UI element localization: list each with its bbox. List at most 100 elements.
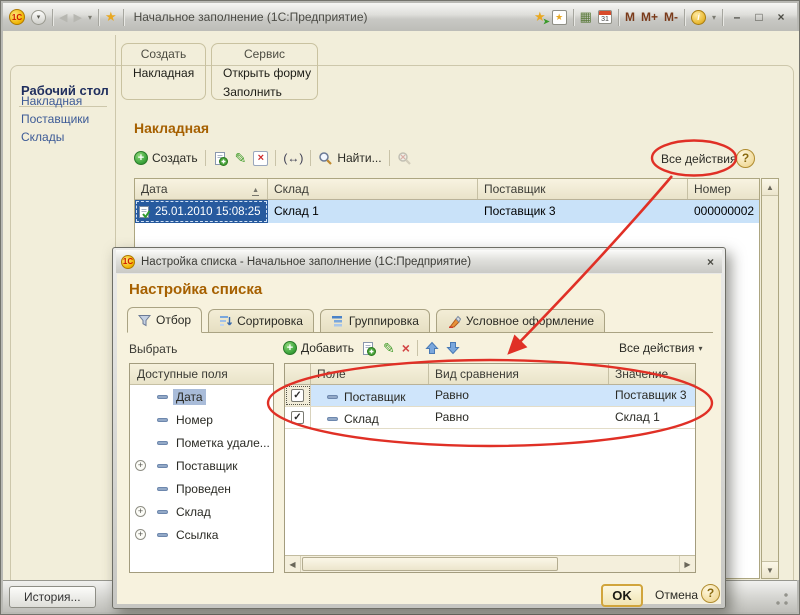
add-favorite-icon[interactable]: ★➤ bbox=[534, 9, 546, 25]
maximize-button[interactable]: □ bbox=[751, 10, 767, 24]
attribute-icon bbox=[157, 418, 168, 422]
sidebar-item-nakladnaya[interactable]: Накладная bbox=[21, 94, 82, 108]
cell-field[interactable]: Поставщик bbox=[311, 385, 429, 406]
command-create-nakladnaya[interactable]: Накладная bbox=[122, 66, 205, 80]
expand-icon[interactable]: + bbox=[135, 529, 146, 540]
memory-m-button[interactable]: M bbox=[625, 10, 635, 24]
sidebar-item-postavshchiki[interactable]: Поставщики bbox=[21, 112, 89, 126]
edit-icon[interactable]: ✎ bbox=[235, 150, 247, 167]
sort-icon bbox=[219, 315, 232, 328]
column-header-supplier[interactable]: Поставщик bbox=[478, 179, 688, 199]
close-button[interactable]: × bbox=[773, 10, 789, 24]
list-settings-dialog: 1С Настройка списка - Начальное заполнен… bbox=[112, 247, 726, 609]
scroll-down-icon[interactable]: ▼ bbox=[762, 561, 778, 578]
add-icon: + bbox=[134, 151, 148, 165]
copy-item-icon[interactable] bbox=[213, 151, 228, 166]
cell-supplier[interactable]: Поставщик 3 bbox=[478, 200, 688, 223]
memory-m-plus-button[interactable]: M+ bbox=[641, 10, 658, 24]
column-header-date[interactable]: Дата ▲ bbox=[135, 179, 268, 199]
cell-date-selected[interactable]: 25.01.2010 15:08:25 bbox=[135, 200, 268, 223]
tree-item-nomer[interactable]: Номер bbox=[130, 408, 273, 431]
scroll-up-icon[interactable]: ▲ bbox=[762, 179, 778, 196]
main-menu-button[interactable]: ▾ bbox=[31, 10, 46, 25]
minimize-button[interactable]: – bbox=[729, 10, 745, 24]
find-button[interactable]: Найти... bbox=[318, 151, 381, 166]
cell-comparison[interactable]: Равно bbox=[429, 407, 609, 428]
dialog-all-actions-button[interactable]: Все действия ▾ bbox=[619, 341, 702, 355]
table-row[interactable]: 25.01.2010 15:08:25 Склад 1 Поставщик 3 … bbox=[135, 200, 759, 223]
cell-number[interactable]: 000000002 bbox=[688, 200, 759, 223]
column-header-number[interactable]: Номер bbox=[688, 179, 759, 199]
nav-back-icon[interactable]: ◀ bbox=[59, 11, 67, 24]
checkbox-cell[interactable]: ✓ bbox=[285, 407, 311, 428]
nav-forward-icon[interactable]: ▶ bbox=[73, 11, 81, 24]
dialog-help-button[interactable]: ? bbox=[701, 584, 720, 603]
column-header-warehouse[interactable]: Склад bbox=[268, 179, 478, 199]
tree-item-data[interactable]: Дата bbox=[130, 385, 273, 408]
info-icon[interactable]: i bbox=[691, 10, 706, 25]
cell-comparison[interactable]: Равно bbox=[429, 385, 609, 406]
calculator-icon[interactable]: ▦ bbox=[580, 9, 592, 25]
clear-find-icon[interactable] bbox=[397, 151, 412, 166]
expand-icon[interactable]: + bbox=[135, 506, 146, 517]
cell-field[interactable]: Склад bbox=[311, 407, 429, 428]
checkbox-checked-icon[interactable]: ✓ bbox=[291, 411, 304, 424]
cell-warehouse[interactable]: Склад 1 bbox=[268, 200, 478, 223]
ok-button[interactable]: OK bbox=[601, 584, 643, 607]
table-vertical-scrollbar[interactable]: ▲ ▼ bbox=[761, 178, 779, 579]
history-button[interactable]: История... bbox=[9, 586, 96, 608]
edit-icon[interactable]: ✎ bbox=[383, 340, 395, 357]
tab-grouping[interactable]: Группировка bbox=[320, 309, 430, 333]
tree-item-proveden[interactable]: Проведен bbox=[130, 477, 273, 500]
delete-icon[interactable]: × bbox=[253, 151, 268, 166]
set-interval-icon[interactable]: (↔) bbox=[283, 151, 303, 165]
resize-grip[interactable] bbox=[775, 592, 789, 606]
filter-row-supplier[interactable]: ✓ Поставщик Равно Поставщик 3 bbox=[285, 385, 695, 407]
dialog-close-button[interactable]: × bbox=[707, 255, 714, 269]
column-header-value[interactable]: Значение bbox=[609, 364, 695, 384]
create-button[interactable]: + Создать bbox=[134, 151, 198, 165]
tab-sorting[interactable]: Сортировка bbox=[208, 309, 314, 333]
tree-item-pometka[interactable]: Пометка удале... bbox=[130, 431, 273, 454]
tab-filter[interactable]: Отбор bbox=[127, 307, 202, 333]
move-down-icon[interactable] bbox=[446, 341, 460, 355]
checkbox-cell[interactable]: ✓ bbox=[285, 385, 311, 406]
scroll-left-icon[interactable]: ◀ bbox=[285, 556, 301, 572]
filter-table-hscrollbar[interactable]: ◀ ▶ bbox=[285, 555, 695, 572]
cell-value[interactable]: Поставщик 3 bbox=[609, 385, 695, 406]
memory-m-minus-button[interactable]: M- bbox=[664, 10, 678, 24]
calendar-icon[interactable]: 31 bbox=[598, 10, 612, 24]
info-dropdown-icon[interactable]: ▾ bbox=[712, 13, 716, 22]
open-favorites-icon[interactable]: ★ bbox=[552, 10, 567, 25]
scrollbar-thumb[interactable] bbox=[302, 557, 558, 571]
all-actions-button[interactable]: Все действия ▾ bbox=[661, 152, 744, 166]
tree-item-sklad[interactable]: + Склад bbox=[130, 500, 273, 523]
command-open-form[interactable]: Открыть форму bbox=[212, 66, 317, 80]
filter-toolbar: + Добавить ✎ × bbox=[283, 337, 460, 359]
add-button[interactable]: + Добавить bbox=[283, 341, 354, 355]
column-header-field[interactable]: Поле bbox=[311, 364, 429, 384]
filter-row-warehouse[interactable]: ✓ Склад Равно Склад 1 bbox=[285, 407, 695, 429]
sidebar-item-sklady[interactable]: Склады bbox=[21, 130, 64, 144]
attribute-icon bbox=[157, 395, 168, 399]
tree-item-postavshchik[interactable]: + Поставщик bbox=[130, 454, 273, 477]
column-header-comparison[interactable]: Вид сравнения bbox=[429, 364, 609, 384]
tab-conditional-appearance[interactable]: Условное оформление bbox=[436, 309, 605, 333]
favorites-star-icon[interactable]: ★ bbox=[105, 9, 117, 25]
scroll-right-icon[interactable]: ▶ bbox=[679, 556, 695, 572]
copy-item-icon[interactable] bbox=[361, 341, 376, 356]
cell-value[interactable]: Склад 1 bbox=[609, 407, 695, 428]
delete-icon[interactable]: × bbox=[402, 340, 410, 356]
command-fill[interactable]: Заполнить bbox=[212, 85, 317, 99]
app-logo-icon: 1С bbox=[121, 255, 135, 269]
chevron-down-icon: ▾ bbox=[698, 344, 702, 353]
tree-item-ssylka[interactable]: + Ссылка bbox=[130, 523, 273, 546]
command-group-service: Сервис Открыть форму Заполнить bbox=[211, 43, 318, 100]
checkbox-checked-icon[interactable]: ✓ bbox=[291, 389, 304, 402]
help-button[interactable]: ? bbox=[736, 149, 755, 168]
nav-history-dropdown-icon[interactable]: ▾ bbox=[88, 13, 92, 22]
expand-icon[interactable]: + bbox=[135, 460, 146, 471]
dialog-title: Настройка списка - Начальное заполнение … bbox=[141, 256, 701, 268]
cancel-button[interactable]: Отмена bbox=[655, 588, 698, 602]
move-up-icon[interactable] bbox=[425, 341, 439, 355]
